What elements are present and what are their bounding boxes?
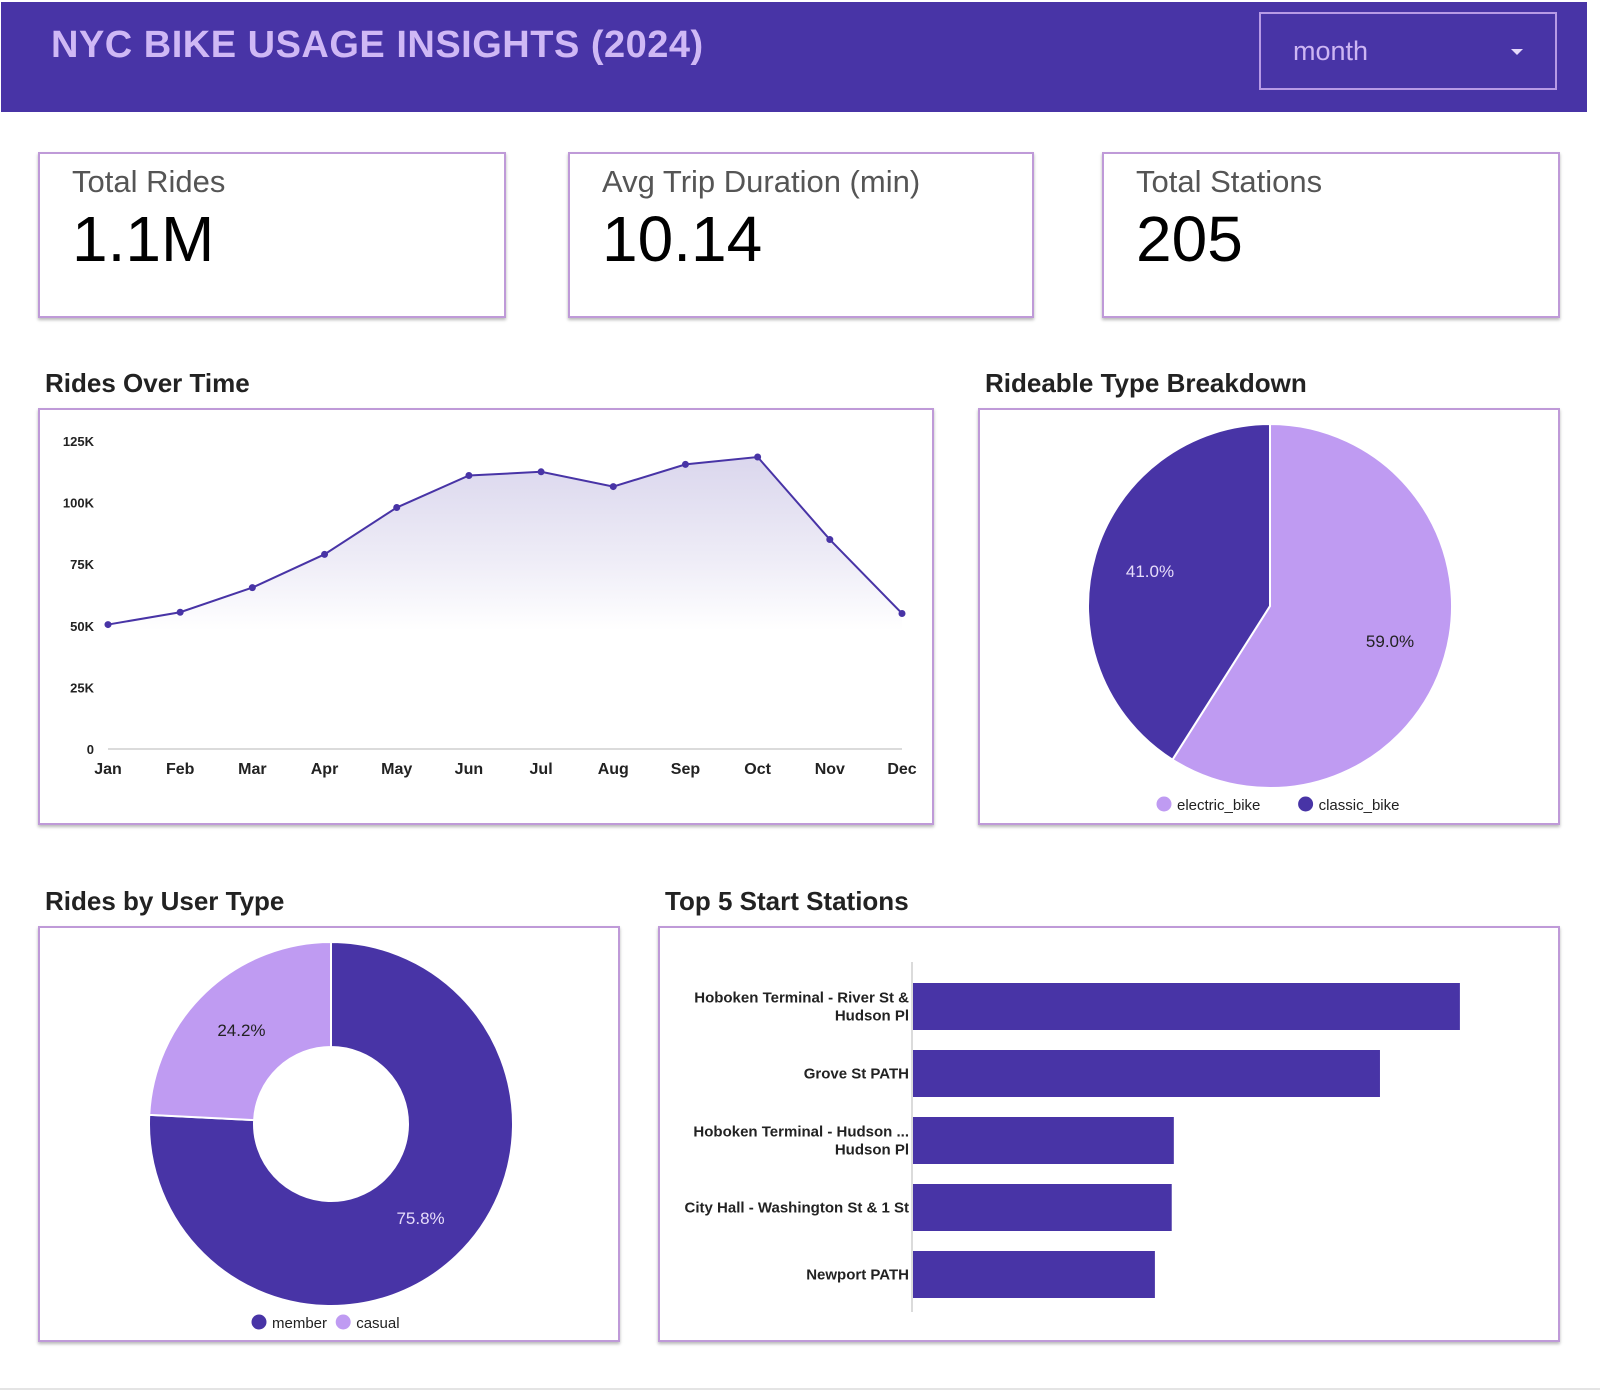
- page-bottom-divider: [0, 1388, 1600, 1390]
- station-label: Hoboken Terminal - River St & Hudson Pl: [694, 990, 909, 1025]
- kpi-card-total-rides: Total Rides 1.1M: [38, 152, 506, 318]
- data-point-nov: [826, 536, 834, 544]
- kpi-card-total-stations: Total Stations 205: [1102, 152, 1560, 318]
- data-point-may: [393, 504, 401, 512]
- usertype-legend-swatch-casual: [335, 1314, 351, 1330]
- rideable-type-chart: 59.0% 41.0% electric_bike classic_bike: [1087, 422, 1453, 814]
- kpi-value: 1.1M: [72, 203, 215, 275]
- section-title-top-stations: Top 5 Start Stations: [665, 886, 909, 916]
- usertype-legend-label: member: [272, 1315, 327, 1332]
- station-label: City Hall - Washington St & 1 St: [685, 1200, 909, 1217]
- kpi-label: Total Rides: [72, 164, 226, 199]
- rideable-legend-swatch-electric_bike: [1156, 796, 1172, 812]
- x-tick-label: Jun: [455, 761, 483, 778]
- rideable-type-card: 59.0% 41.0% electric_bike classic_bike: [978, 408, 1560, 825]
- data-point-aug: [609, 483, 617, 491]
- rides-area-fill: [108, 457, 902, 631]
- rideable-data-label: 41.0%: [1126, 562, 1174, 581]
- station-label: Grove St PATH: [804, 1066, 909, 1083]
- y-tick-label: 75K: [70, 557, 94, 572]
- rideable-legend-swatch-classic_bike: [1298, 796, 1314, 812]
- chevron-down-icon: [1511, 49, 1523, 55]
- kpi-card-avg-trip-duration: Avg Trip Duration (min) 10.14: [568, 152, 1034, 318]
- kpi-label: Total Stations: [1136, 164, 1323, 199]
- station-bar: [913, 1184, 1172, 1231]
- rideable-data-label: 59.0%: [1366, 632, 1414, 651]
- header-bar: NYC BIKE USAGE INSIGHTS (2024) month: [1, 2, 1587, 112]
- kpi-value: 10.14: [602, 203, 763, 275]
- data-point-jul: [537, 468, 545, 476]
- x-tick-label: Jan: [94, 761, 122, 778]
- x-tick-label: Mar: [238, 761, 266, 778]
- x-tick-label: May: [381, 761, 412, 778]
- usertype-legend-swatch-member: [251, 1314, 267, 1330]
- x-tick-label: Apr: [311, 761, 339, 778]
- usertype-data-label: 75.8%: [396, 1209, 444, 1228]
- data-point-mar: [248, 584, 256, 592]
- y-tick-label: 100K: [63, 496, 95, 511]
- usertype-data-label: 24.2%: [217, 1021, 265, 1040]
- user-type-card: 75.8% 24.2% member casual: [38, 926, 620, 1342]
- section-title-rideable-type: Rideable Type Breakdown: [985, 368, 1307, 398]
- data-point-oct: [754, 453, 762, 461]
- user-type-chart: 75.8% 24.2% member casual: [148, 940, 514, 1332]
- y-tick-label: 50K: [70, 619, 94, 634]
- station-bar: [913, 983, 1460, 1030]
- data-point-feb: [176, 608, 184, 616]
- x-tick-label: Nov: [815, 761, 845, 778]
- x-tick-label: Feb: [166, 761, 195, 778]
- data-point-sep: [681, 460, 689, 468]
- station-bar: [913, 1050, 1380, 1097]
- top-stations-chart: Hoboken Terminal - River St & Hudson Pl Gr…: [685, 962, 1460, 1312]
- usertype-legend-label: casual: [356, 1315, 399, 1332]
- rideable-legend-label: electric_bike: [1177, 797, 1260, 814]
- section-title-user-type: Rides by User Type: [45, 886, 285, 916]
- station-label: Newport PATH: [806, 1267, 909, 1284]
- station-bar: [913, 1117, 1174, 1164]
- data-point-dec: [898, 609, 906, 617]
- rideable-legend-label: classic_bike: [1319, 797, 1400, 814]
- x-tick-label: Oct: [744, 761, 771, 778]
- page-title: NYC BIKE USAGE INSIGHTS (2024): [51, 24, 704, 66]
- station-bar: [913, 1251, 1155, 1298]
- kpi-label: Avg Trip Duration (min): [602, 164, 921, 199]
- x-tick-label: Aug: [598, 761, 629, 778]
- rides-over-time-card: 0 25K 50K 75K 100K 125K Jan Feb Mar Apr May Jun Jul A…: [38, 408, 934, 825]
- y-tick-label: 125K: [63, 434, 95, 449]
- data-point-jun: [465, 471, 473, 479]
- x-tick-label: Dec: [887, 761, 916, 778]
- station-label: Hoboken Terminal - Hudson ... Hudson Pl: [693, 1124, 909, 1159]
- period-select-value: month: [1293, 36, 1369, 66]
- rides-over-time-chart: 0 25K 50K 75K 100K 125K Jan Feb Mar Apr May Jun Jul A…: [63, 434, 917, 778]
- period-select[interactable]: month: [1259, 12, 1557, 90]
- data-point-jan: [104, 621, 112, 629]
- x-tick-label: Jul: [530, 761, 553, 778]
- top-stations-card: Hoboken Terminal - River St & Hudson Pl Gr…: [658, 926, 1560, 1342]
- kpi-value: 205: [1136, 203, 1243, 275]
- section-title-rides-over-time: Rides Over Time: [45, 368, 250, 398]
- y-tick-label: 0: [87, 742, 94, 757]
- data-point-apr: [321, 550, 329, 558]
- y-tick-label: 25K: [70, 680, 94, 695]
- x-tick-label: Sep: [671, 761, 701, 778]
